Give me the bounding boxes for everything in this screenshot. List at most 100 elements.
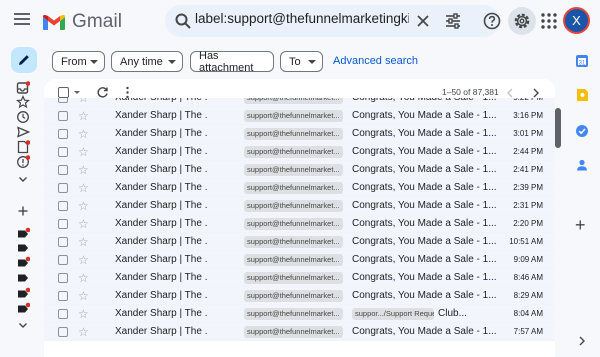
email-label-chip[interactable]: suppor.../Support Requests [352,308,434,320]
email-row[interactable]: ☆Xander Sharp | The .support@thefunnelma… [44,287,555,305]
email-row[interactable]: ☆Xander Sharp | The .support@thefunnelma… [44,323,555,341]
star-icon[interactable]: ☆ [78,307,89,321]
email-label-chip[interactable]: support@thefunnelmarket... [244,110,343,122]
search-input[interactable]: label:support@thefunnelmarketingkit.com-… [195,11,409,31]
row-checkbox[interactable] [58,129,68,139]
label-tag-icon[interactable] [16,287,30,301]
email-label-chip[interactable]: support@thefunnelmarket... [244,98,343,104]
drafts-icon[interactable] [16,140,30,154]
filter-from-chip[interactable]: From [52,51,105,72]
email-label-chip[interactable]: support@thefunnelmarket... [244,182,343,194]
labels-chevron-down-icon[interactable] [16,318,30,332]
more-chevron-down-icon[interactable] [16,172,30,186]
star-icon[interactable]: ☆ [78,163,89,177]
clear-search-icon[interactable] [414,12,432,30]
row-checkbox[interactable] [58,201,68,211]
star-icon[interactable]: ☆ [78,98,89,105]
star-icon[interactable]: ☆ [78,217,89,231]
row-checkbox[interactable] [58,327,68,337]
email-label-chip[interactable]: support@thefunnelmarket... [244,290,343,302]
snoozed-clock-icon[interactable] [16,110,30,124]
email-row[interactable]: ☆Xander Sharp | The .support@thefunnelma… [44,125,555,143]
hide-side-panel-chevron-icon[interactable] [578,336,586,346]
star-icon[interactable]: ☆ [78,181,89,195]
email-row[interactable]: ☆Xander Sharp | The .support@thefunnelma… [44,251,555,269]
email-label-chip[interactable]: support@thefunnelmarket... [244,272,343,284]
chevron-left-icon[interactable] [506,88,514,98]
chevron-right-icon[interactable] [532,88,540,98]
label-tag-icon[interactable] [16,241,30,255]
label-tag-icon[interactable] [16,271,30,285]
row-checkbox[interactable] [58,219,68,229]
create-label-plus-icon[interactable] [16,204,30,218]
tasks-icon[interactable] [575,124,589,138]
row-checkbox[interactable] [58,183,68,193]
star-icon[interactable]: ☆ [78,127,89,141]
star-icon[interactable]: ☆ [78,289,89,303]
email-label-chip[interactable]: support@thefunnelmarket... [244,308,343,320]
search-options-icon[interactable] [444,12,462,30]
row-checkbox[interactable] [58,255,68,265]
calendar-icon[interactable]: 31 [575,54,589,68]
row-checkbox[interactable] [58,98,68,103]
advanced-search-link[interactable]: Advanced search [333,55,418,67]
label-tag-icon[interactable] [16,302,30,316]
label-tag-icon[interactable] [16,227,30,241]
apps-grid-icon[interactable] [539,11,559,31]
email-list-panel: 1–50 of 87,381 ☆Xander Sharp | The .supp… [44,79,555,357]
email-row[interactable]: ☆Xander Sharp | The .support@thefunnelma… [44,179,555,197]
row-checkbox[interactable] [58,111,68,121]
starred-icon[interactable] [16,95,30,109]
sent-icon[interactable] [16,125,30,139]
star-icon[interactable]: ☆ [78,271,89,285]
row-checkbox[interactable] [58,237,68,247]
inbox-icon[interactable] [16,81,30,95]
star-icon[interactable]: ☆ [78,325,89,339]
row-checkbox[interactable] [58,147,68,157]
email-label-chip[interactable]: support@thefunnelmarket... [244,326,343,338]
star-icon[interactable]: ☆ [78,109,89,123]
email-row[interactable]: ☆Xander Sharp | The .support@thefunnelma… [44,143,555,161]
account-avatar[interactable]: X [563,7,590,34]
help-icon[interactable] [482,11,502,31]
star-icon[interactable]: ☆ [78,253,89,267]
filter-time-chip[interactable]: Any time [111,51,183,72]
email-label-chip[interactable]: support@thefunnelmarket... [244,254,343,266]
email-row[interactable]: ☆Xander Sharp | The .support@thefunnelma… [44,233,555,251]
email-row[interactable]: ☆Xander Sharp | The .support@thefunnelma… [44,161,555,179]
important-icon[interactable] [16,155,30,169]
keep-icon[interactable] [575,88,589,102]
get-addons-plus-icon[interactable]: + [575,216,586,234]
star-icon[interactable]: ☆ [78,235,89,249]
compose-button[interactable] [11,47,37,73]
search-icon[interactable] [174,12,192,30]
filter-attachment-chip[interactable]: Has attachment [190,50,274,74]
contacts-icon[interactable] [575,158,589,172]
email-label-chip[interactable]: support@thefunnelmarket... [244,200,343,212]
row-checkbox[interactable] [58,273,68,283]
select-menu-chevron-icon[interactable] [74,91,80,94]
select-all-checkbox[interactable] [58,87,69,98]
star-icon[interactable]: ☆ [78,199,89,213]
email-label-chip[interactable]: support@thefunnelmarket... [244,146,343,158]
filter-to-chip[interactable]: To [280,51,323,72]
email-row[interactable]: ☆Xander Sharp | The .support@thefunnelma… [44,269,555,287]
email-row[interactable]: ☆Xander Sharp | The .support@thefunnelma… [44,98,555,107]
main-menu-icon[interactable] [14,13,30,27]
email-row[interactable]: ☆Xander Sharp | The .support@thefunnelma… [44,107,555,125]
email-row[interactable]: ☆Xander Sharp | The .support@thefunnelma… [44,305,555,323]
row-checkbox[interactable] [58,309,68,319]
email-row[interactable]: ☆Xander Sharp | The .support@thefunnelma… [44,215,555,233]
email-label-chip[interactable]: support@thefunnelmarket... [244,164,343,176]
row-checkbox[interactable] [58,291,68,301]
settings-gear-icon[interactable] [512,11,532,31]
email-label-chip[interactable]: support@thefunnelmarket... [244,218,343,230]
list-scrollbar[interactable] [555,108,561,148]
row-checkbox[interactable] [58,165,68,175]
label-tag-icon[interactable] [16,256,30,270]
email-row[interactable]: ☆Xander Sharp | The .support@thefunnelma… [44,197,555,215]
star-icon[interactable]: ☆ [78,145,89,159]
email-label-chip[interactable]: support@thefunnelmarket... [244,128,343,140]
gmail-logo[interactable]: Gmail [42,11,122,33]
email-label-chip[interactable]: support@thefunnelmarket... [244,236,343,248]
